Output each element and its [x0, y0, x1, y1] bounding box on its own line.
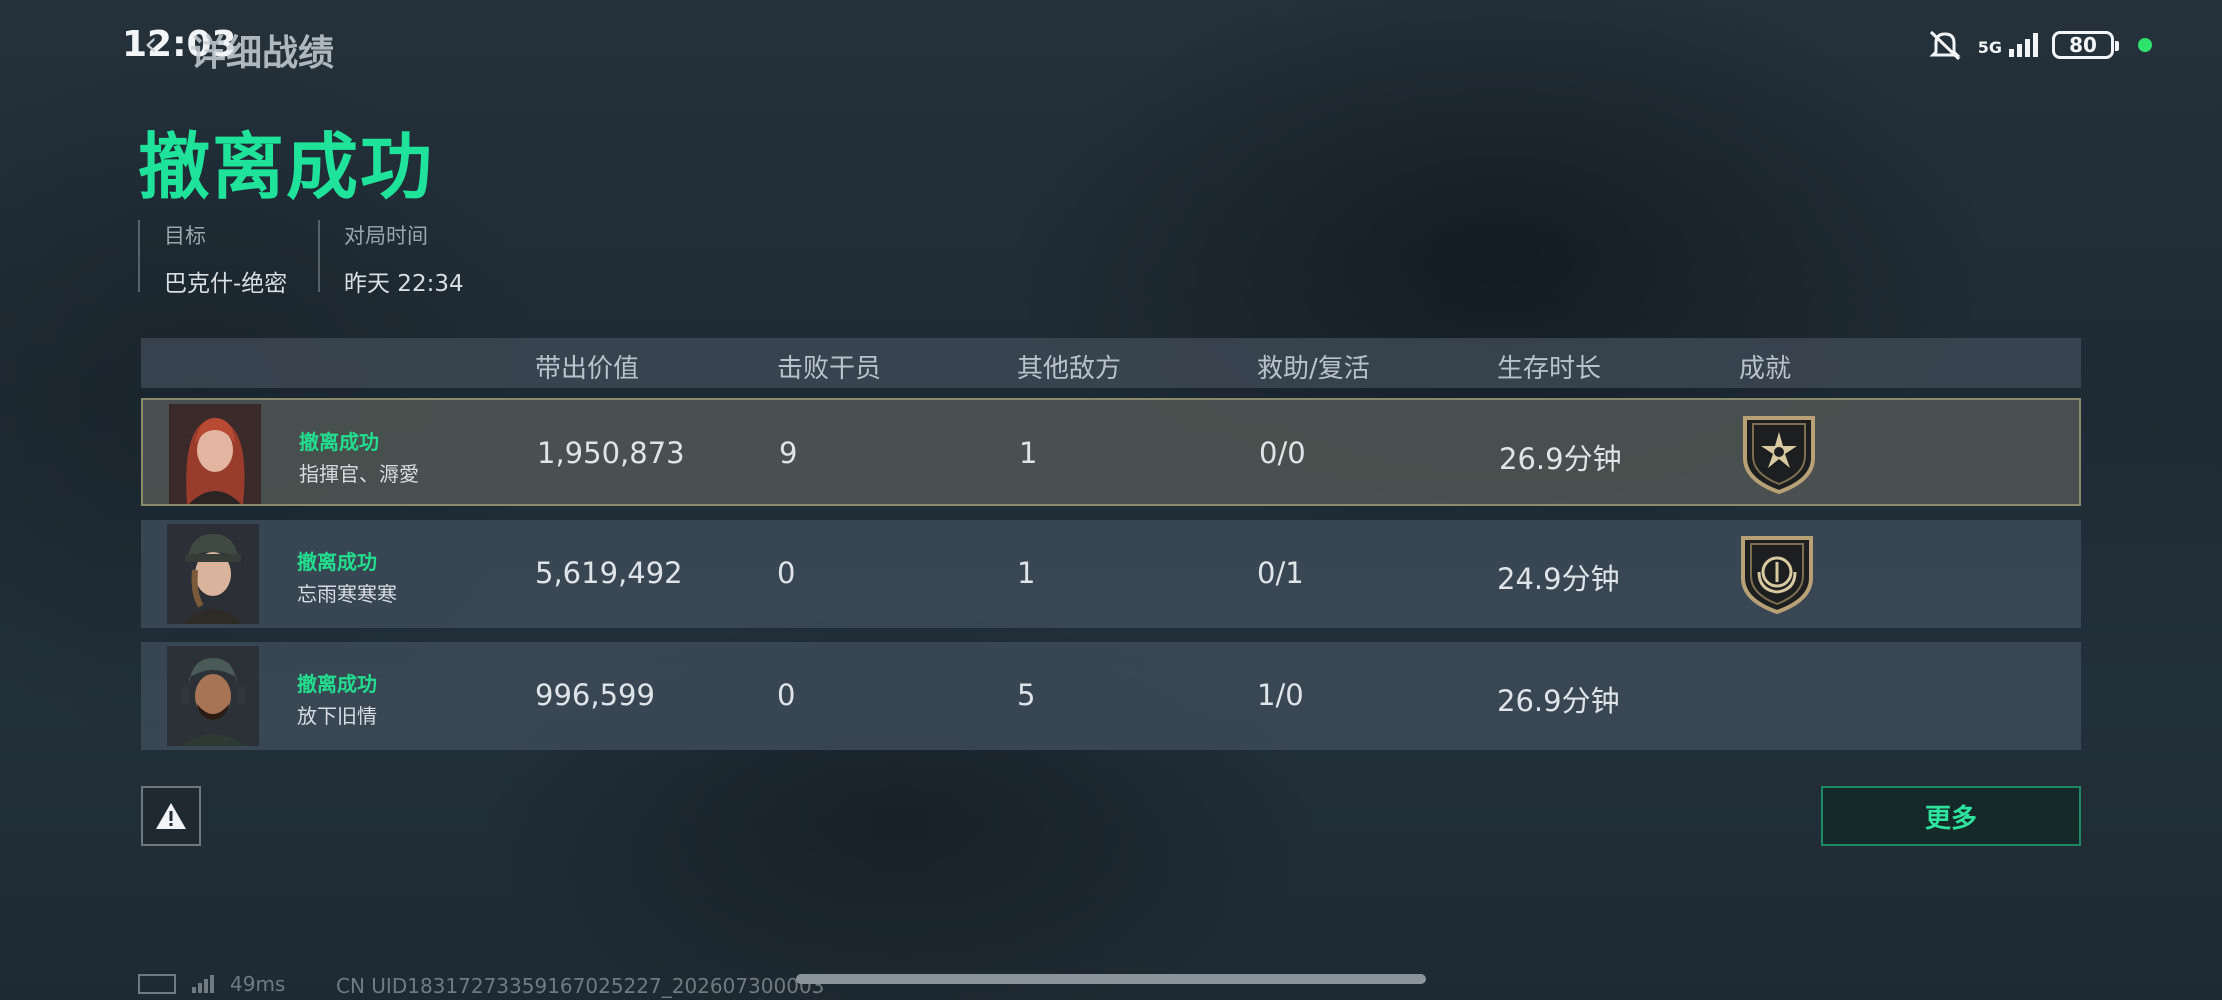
privacy-dot: [2138, 38, 2152, 52]
header-kills: 击败干员: [777, 354, 882, 384]
player-name: 指揮官、溽愛: [299, 462, 419, 486]
header-assist: 救助/复活: [1257, 354, 1370, 384]
target-label: 目标: [164, 224, 206, 248]
avatar: [167, 646, 259, 746]
avatar: [167, 524, 259, 624]
page-title: 详细战绩: [190, 33, 335, 74]
more-button[interactable]: 更多: [1821, 786, 2081, 846]
cell-kills: 0: [777, 556, 796, 590]
cell-kills: 0: [777, 678, 796, 712]
home-indicator[interactable]: [796, 974, 1426, 984]
warning-icon: [156, 803, 186, 829]
cell-assist: 1/0: [1257, 678, 1304, 712]
result-headline: 撤离成功: [138, 125, 435, 209]
report-button[interactable]: [141, 786, 201, 846]
cell-assist: 0/0: [1259, 436, 1306, 470]
battery-small-icon: [138, 974, 176, 994]
mute-bell-icon: [1929, 30, 1961, 61]
table-row[interactable]: 撤离成功 放下旧情 996,599 0 5 1/0 26.9分钟: [141, 642, 2081, 750]
cell-value: 5,619,492: [535, 556, 683, 590]
meta-target: 目标 巴克什-绝密: [138, 220, 287, 297]
meta-time: 对局时间 昨天 22:34: [318, 220, 464, 297]
network-label: 5G: [1977, 38, 2002, 57]
cell-survive: 26.9分钟: [1499, 442, 1622, 476]
target-value: 巴克什-绝密: [164, 271, 288, 297]
table-row[interactable]: 撤离成功 忘雨寒寒寒 5,619,492 0 1 0/1 24.9分钟: [141, 520, 2081, 628]
header-survive: 生存时长: [1497, 354, 1602, 384]
signal-small-icon: [192, 975, 214, 993]
back-icon[interactable]: ‹: [144, 24, 158, 64]
laurel-shield-icon[interactable]: [1735, 532, 1819, 616]
header-achievement: 成就: [1739, 354, 1792, 384]
status-icons: 5G 80: [1926, 28, 2152, 62]
row-status: 撤离成功: [299, 430, 379, 454]
ping-value: 49ms: [230, 972, 286, 996]
avatar: [169, 404, 261, 504]
battery-indicator: 80: [2052, 31, 2119, 59]
cell-value: 1,950,873: [537, 436, 685, 470]
header-value: 带出价值: [535, 354, 640, 384]
cell-survive: 26.9分钟: [1497, 684, 1620, 718]
cell-value: 996,599: [535, 678, 655, 712]
player-name: 忘雨寒寒寒: [297, 582, 397, 606]
uid-text: CN UID1831727335916702522​7_202607300003: [336, 974, 825, 998]
star-shield-icon[interactable]: [1737, 412, 1821, 496]
table-header: 带出价值 击败干员 其他敌方 救助/复活 生存时长 成就: [141, 338, 2081, 388]
cell-assist: 0/1: [1257, 556, 1304, 590]
time-label: 对局时间: [344, 224, 428, 248]
cell-survive: 24.9分钟: [1497, 562, 1620, 596]
row-status: 撤离成功: [297, 550, 377, 574]
row-status: 撤离成功: [297, 672, 377, 696]
network-indicator: 5G: [1978, 33, 2038, 57]
player-name: 放下旧情: [297, 704, 377, 728]
cell-other: 5: [1017, 678, 1036, 712]
cell-other: 1: [1019, 436, 1038, 470]
cell-kills: 9: [779, 436, 798, 470]
footer-status: 49ms: [138, 972, 285, 996]
header-other: 其他敌方: [1017, 354, 1122, 384]
cell-other: 1: [1017, 556, 1036, 590]
time-value: 昨天 22:34: [344, 271, 464, 297]
table-row[interactable]: 撤离成功 指揮官、溽愛 1,950,873 9 1 0/0 26.9分钟: [141, 398, 2081, 506]
